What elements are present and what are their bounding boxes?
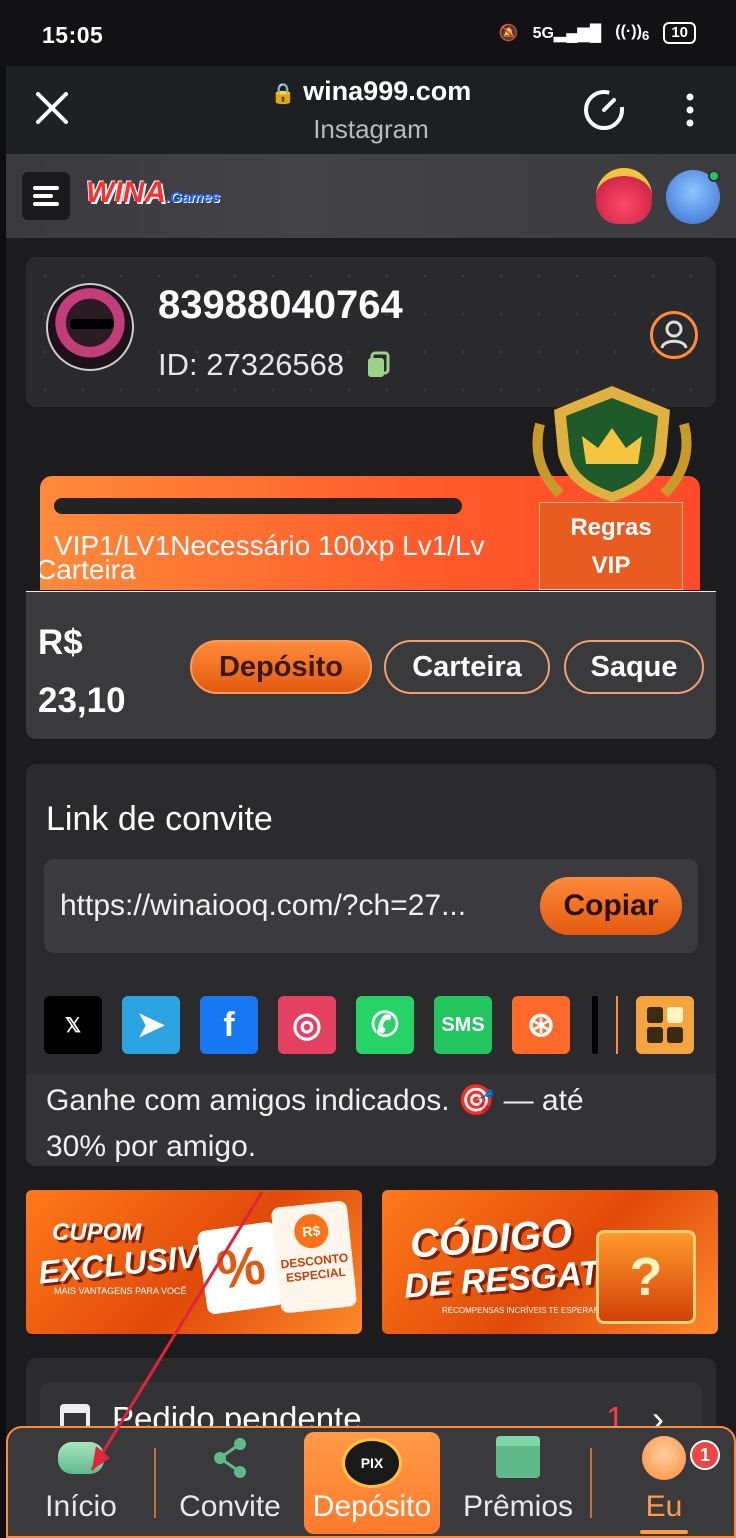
gift-icon: [496, 1436, 540, 1478]
user-id: ID: 27326568: [158, 347, 345, 382]
battery-indicator: 10: [663, 22, 696, 44]
nav-label: Eu: [645, 1490, 683, 1523]
browser-url[interactable]: 🔒 wina999.com: [6, 76, 736, 107]
wina-logo[interactable]: WINA.Games: [86, 176, 220, 210]
copy-button[interactable]: Copiar: [540, 877, 682, 935]
nav-convite[interactable]: Convite: [158, 1428, 302, 1536]
pix-label: PIX: [360, 1455, 384, 1471]
username: 83988040764: [158, 283, 403, 327]
balance-value: 23,10: [38, 681, 126, 720]
nav-separator: [590, 1448, 592, 1518]
withdraw-button[interactable]: Saque: [564, 640, 704, 694]
avatar[interactable]: [46, 283, 134, 371]
nav-eu[interactable]: 1 Eu: [594, 1428, 734, 1536]
treasure-bag-icon[interactable]: [596, 168, 652, 224]
balance-display: R$ 23,10: [38, 614, 126, 730]
scroll-divider: [592, 996, 598, 1054]
status-time: 15:05: [42, 22, 104, 48]
ticket-text: DESCONTO ESPECIAL: [279, 1250, 349, 1286]
nav-label: Início: [45, 1490, 117, 1523]
ticket-icon: R$ DESCONTO ESPECIAL: [270, 1200, 358, 1314]
percent-coupon-icon: %: [196, 1220, 286, 1316]
menu-button[interactable]: [22, 172, 70, 220]
status-icons: 🔕 5G▂▄▆█ ((·))6 10: [499, 22, 696, 44]
logo-text: WINA: [86, 176, 166, 209]
browser-toolbar: 🔒 wina999.com Instagram: [6, 66, 736, 154]
wallet-panel: R$ 23,10 Depósito Carteira Saque: [26, 591, 716, 739]
mute-icon: 🔕: [498, 25, 519, 42]
nav-separator: [154, 1448, 156, 1518]
cupom-title-line1: CUPOM: [52, 1219, 142, 1246]
lock-icon: 🔒: [270, 83, 296, 105]
facebook-share-icon[interactable]: f: [200, 996, 258, 1054]
deposit-button[interactable]: Depósito: [190, 640, 372, 694]
speed-icon[interactable]: [582, 88, 626, 132]
wifi-icon: ((·))6: [615, 22, 650, 44]
x-share-icon[interactable]: 𝕏: [44, 996, 102, 1054]
cupom-exclusivo-banner[interactable]: CUPOM EXCLUSIVO MAIS VANTAGENS PARA VOCÊ…: [26, 1190, 362, 1334]
invite-description-line2: 30% por amigo.: [46, 1130, 257, 1163]
kwai-share-icon[interactable]: ⊛: [512, 996, 570, 1054]
nav-label: Depósito: [312, 1490, 432, 1523]
wallet-button[interactable]: Carteira: [384, 640, 550, 694]
gamepad-icon: [58, 1442, 104, 1474]
invite-description: Ganhe com amigos indicados. 🎯 — até 30% …: [26, 1074, 716, 1166]
user-avatar-icon[interactable]: [666, 170, 720, 224]
nav-deposito[interactable]: PIX Depósito: [304, 1432, 440, 1534]
vip-progress-bar: [54, 498, 462, 514]
sms-share-icon[interactable]: SMS: [434, 996, 492, 1054]
invite-description-line1: Ganhe com amigos indicados. 🎯 — até: [46, 1084, 584, 1117]
vip-rules-button[interactable]: Regras VIP: [539, 502, 683, 590]
nav-premios[interactable]: Prêmios: [446, 1428, 590, 1536]
signal-icon: 5G▂▄▆█: [532, 25, 602, 42]
logo-suffix: .Games: [165, 189, 221, 206]
codigo-subtitle: RECOMPENSAS INCRÍVEIS TE ESPERAM!: [442, 1306, 603, 1315]
invite-link-field: https://winaiooq.com/?ch=27... Copiar: [44, 859, 698, 953]
nav-label: Convite: [179, 1490, 281, 1523]
codigo-title-line1: CÓDIGO: [408, 1211, 574, 1267]
cupom-subtitle: MAIS VANTAGENS PARA VOCÊ: [54, 1286, 187, 1296]
codigo-resgate-banner[interactable]: CÓDIGO DE RESGATE RECOMPENSAS INCRÍVEIS …: [382, 1190, 718, 1334]
copy-id-icon[interactable]: [366, 351, 390, 379]
more-menu-icon[interactable]: [682, 92, 698, 128]
vip-rules-line2: VIP: [591, 552, 631, 579]
vip-rules-line1: Regras: [570, 514, 652, 541]
vip-shield-icon[interactable]: [530, 384, 694, 504]
invite-card: Link de convite https://winaiooq.com/?ch…: [26, 764, 716, 1166]
active-underline: [640, 1530, 688, 1534]
nav-inicio[interactable]: Início: [8, 1428, 154, 1536]
url-text: wina999.com: [303, 76, 472, 106]
instagram-share-icon[interactable]: ◎: [278, 996, 336, 1054]
nav-label: Prêmios: [462, 1490, 574, 1523]
bottom-nav: Início Convite PIX Depósito Prêmios 1 Eu: [6, 1426, 736, 1538]
network-label: 5G: [532, 25, 554, 42]
carteira-overlap-text: Carteira: [40, 554, 136, 585]
notification-badge: 1: [690, 1440, 720, 1470]
pix-icon: PIX: [342, 1438, 402, 1488]
ticket-currency: R$: [292, 1212, 330, 1250]
edit-profile-icon[interactable]: [650, 311, 698, 359]
wifi-label: 6: [641, 28, 650, 44]
telegram-share-icon[interactable]: ➤: [122, 996, 180, 1054]
status-bar: 15:05 🔕 5G▂▄▆█ ((·))6 10: [0, 0, 736, 66]
browser-source: Instagram: [313, 114, 429, 144]
gift-box-icon: ?: [596, 1230, 696, 1324]
invite-url[interactable]: https://winaiooq.com/?ch=27...: [60, 889, 530, 923]
currency-label: R$: [38, 623, 83, 662]
invite-title: Link de convite: [46, 800, 273, 838]
profile-icon: [642, 1436, 686, 1480]
whatsapp-share-icon[interactable]: ✆: [356, 996, 414, 1054]
more-apps-icon[interactable]: [636, 996, 694, 1054]
divider: [616, 996, 618, 1054]
share-nodes-icon: [210, 1436, 250, 1480]
app-header: WINA.Games: [6, 154, 736, 238]
